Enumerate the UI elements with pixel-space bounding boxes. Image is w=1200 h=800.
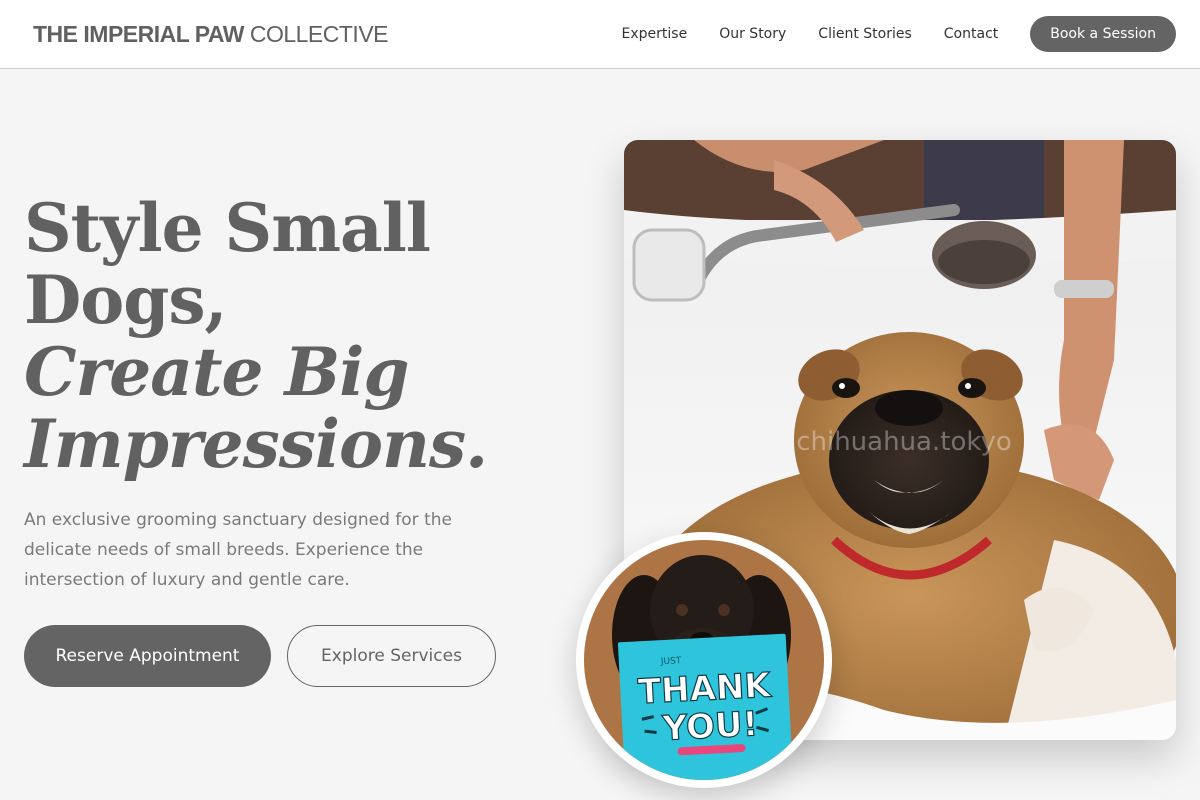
- main-nav: Expertise Our Story Client Stories Conta…: [622, 16, 1176, 52]
- site-logo[interactable]: THE IMPERIAL PAW COLLECTIVE: [33, 20, 389, 48]
- card-small-text: JUST: [660, 656, 682, 667]
- main-photo-watermark: chihuahua.tokyo: [796, 427, 1012, 457]
- logo-light-text: COLLECTIVE: [249, 20, 389, 47]
- nav-link-expertise[interactable]: Expertise: [622, 26, 688, 42]
- hero-title-line-1: Style Small: [24, 189, 431, 267]
- spaniel-thank-you-illustration: JUST THANK YOU!: [584, 540, 824, 780]
- nav-link-client-stories[interactable]: Client Stories: [818, 26, 911, 42]
- site-header: THE IMPERIAL PAW COLLECTIVE Expertise Ou…: [0, 0, 1200, 69]
- logo-bold-text: THE IMPERIAL PAW: [33, 20, 244, 47]
- book-session-button[interactable]: Book a Session: [1030, 16, 1176, 52]
- hero-description: An exclusive grooming sanctuary designed…: [24, 510, 452, 590]
- hero-title-line-2: Dogs,: [24, 261, 228, 339]
- nav-link-contact[interactable]: Contact: [944, 26, 998, 42]
- nav-link-our-story[interactable]: Our Story: [719, 26, 786, 42]
- explore-services-button[interactable]: Explore Services: [287, 625, 496, 687]
- thank-you-dog-photo: JUST THANK YOU!: [576, 532, 832, 788]
- hero-title-line-3: Create Big: [24, 333, 410, 411]
- hero-title-line-4: Impressions.: [24, 405, 488, 483]
- reserve-appointment-button[interactable]: Reserve Appointment: [24, 625, 271, 687]
- card-you-text: YOU!: [661, 704, 759, 749]
- hero-title: Style Small Dogs, Create Big Impressions…: [24, 192, 544, 480]
